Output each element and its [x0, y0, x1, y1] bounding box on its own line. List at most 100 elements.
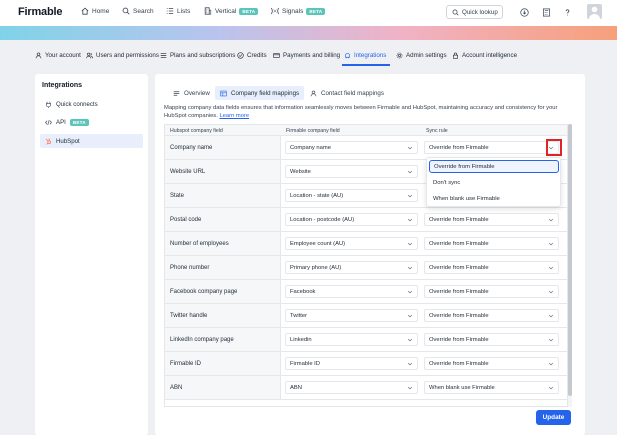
hubspot-field-cell: Postal code: [165, 208, 281, 231]
table-scrollbar[interactable]: [568, 124, 572, 407]
dropdown-option-dont-sync[interactable]: Don't sync: [429, 176, 559, 189]
table-row: LinkedIn company page Linkedin Override fr…: [165, 328, 567, 352]
tab-your-account[interactable]: Your account: [35, 52, 81, 59]
tab-label: Your account: [45, 52, 81, 59]
tab-plans-and-subscriptions[interactable]: Plans and subscriptions: [160, 52, 235, 59]
tab-integrations[interactable]: Integrations: [344, 52, 386, 59]
chevron-down-icon: [407, 386, 413, 390]
table-row: Phone number Primary phone (AU) Override f…: [165, 256, 567, 280]
tab-credits[interactable]: Credits: [237, 52, 267, 59]
sync-rule-select[interactable]: Override from Firmable: [424, 357, 559, 370]
scrollbar-thumb[interactable]: [568, 124, 572, 396]
sync-rule-select[interactable]: Override from Firmable: [424, 213, 559, 226]
tab-payments-and-billing[interactable]: Payments and billing: [273, 52, 340, 59]
firmable-field-select[interactable]: Location - postcode (AU): [285, 213, 418, 226]
subtab-label: Contact field mappings: [321, 89, 384, 97]
nav-lists-label: Lists: [177, 7, 191, 15]
sidebar-item-quick-connects[interactable]: Quick connects: [40, 97, 143, 111]
sync-rule-select[interactable]: Override from Firmable: [424, 309, 559, 322]
tab-label: Payments and billing: [283, 52, 341, 59]
update-button[interactable]: Update: [536, 410, 571, 425]
download-icon: [519, 7, 529, 17]
chevron-down-icon: [548, 362, 554, 366]
sync-rule-select[interactable]: Override from Firmable: [424, 141, 559, 154]
sidebar-item-label: API: [56, 118, 66, 126]
sidebar-item-api[interactable]: API BETA: [40, 115, 143, 129]
hubspot-field-label: Twitter handle: [170, 312, 208, 319]
nav-lists[interactable]: Lists: [166, 7, 190, 15]
hubspot-field-label: State: [170, 192, 185, 199]
sidebar-item-hubspot[interactable]: HubSpot: [40, 134, 143, 148]
sync-rule-value: Override from Firmable: [429, 240, 489, 247]
nav-vertical[interactable]: Vertical BETA: [204, 7, 259, 15]
chevron-down-icon: [407, 362, 413, 366]
nav-signals[interactable]: Signals BETA: [271, 7, 326, 15]
tab-label: Account intelligence: [462, 52, 518, 59]
sync-rule-value: Override from Firmable: [429, 144, 489, 151]
subtab-overview[interactable]: Overview: [168, 86, 215, 100]
user-icon: [35, 52, 42, 59]
hubspot-field-label: Postal code: [170, 216, 202, 223]
table-header: Hubspot company field Firmable company f…: [165, 125, 567, 136]
firmable-field-select[interactable]: ABN: [285, 381, 418, 394]
tab-label: Integrations: [354, 52, 387, 59]
beta-badge: BETA: [69, 118, 89, 126]
dropdown-option-when-blank[interactable]: When blank use Firmable: [429, 192, 559, 205]
learn-more-link[interactable]: Learn more: [219, 113, 249, 119]
tab-admin-settings[interactable]: Admin settings: [396, 52, 447, 59]
list-icon: [166, 8, 174, 14]
nav-search-label: Search: [133, 7, 154, 15]
active-tab-indicator: [342, 64, 390, 66]
help-button[interactable]: [561, 6, 573, 18]
hubspot-field-label: Company name: [170, 144, 213, 151]
top-navigation: Firmable Home Search Lists Vertical BETA…: [0, 0, 617, 26]
firmable-field-select[interactable]: Website: [285, 165, 418, 178]
firmable-logo[interactable]: Firmable: [18, 6, 62, 18]
calculator-button[interactable]: [540, 6, 552, 18]
hubspot-field-label: Website URL: [170, 168, 206, 175]
firmable-field-select[interactable]: Twitter: [285, 309, 418, 322]
integrations-sidebar: Integrations Quick connects API BETA Hub…: [35, 74, 148, 435]
beta-badge: BETA: [306, 7, 326, 15]
help-icon: [565, 8, 569, 15]
sync-rule-value: Override from Firmable: [429, 264, 489, 271]
firmable-field-select[interactable]: Facebook: [285, 285, 418, 298]
user-avatar-icon: [589, 6, 600, 19]
firmable-field-value: Twitter: [290, 312, 308, 319]
sync-rule-select[interactable]: Override from Firmable: [424, 333, 559, 346]
sync-rule-select[interactable]: Override from Firmable: [424, 237, 559, 250]
quick-lookup-button[interactable]: Quick lookup: [446, 5, 503, 19]
sync-rule-value: Override from Firmable: [429, 216, 489, 223]
hubspot-field-cell: Twitter handle: [165, 304, 281, 327]
sync-rule-select[interactable]: Override from Firmable: [424, 261, 559, 274]
main-panel: Overview Company field mappings Contact …: [155, 74, 585, 435]
firmable-field-select[interactable]: Location - state (AU): [285, 189, 418, 202]
nav-vertical-label: Vertical: [215, 7, 237, 15]
nav-search[interactable]: Search: [122, 7, 154, 15]
subtab-contact-field-mappings[interactable]: Contact field mappings: [305, 86, 389, 100]
sync-rule-select[interactable]: Override from Firmable: [424, 285, 559, 298]
plans-icon: [160, 53, 167, 58]
hubspot-field-label: ABN: [170, 384, 183, 391]
firmable-field-select[interactable]: Employee count (AU): [285, 237, 418, 250]
table-row: Number of employees Employee count (AU) Ov…: [165, 232, 567, 256]
tab-account-intelligence[interactable]: Account intelligence: [452, 52, 517, 59]
firmable-field-select[interactable]: Primary phone (AU): [285, 261, 418, 274]
chevron-down-icon: [548, 290, 554, 294]
subtab-company-field-mappings[interactable]: Company field mappings: [215, 86, 305, 100]
firmable-field-value: Primary phone (AU): [290, 264, 342, 271]
dropdown-option-override[interactable]: Override from Firmable: [429, 160, 559, 173]
tab-users-and-permissions[interactable]: Users and permissions: [86, 52, 159, 59]
firmable-field-select[interactable]: Linkedin: [285, 333, 418, 346]
firmable-field-select[interactable]: Company name: [285, 141, 418, 154]
nav-home[interactable]: Home: [81, 7, 109, 15]
sync-rule-value: Override from Firmable: [429, 336, 489, 343]
firmable-field-value: Website: [290, 168, 311, 175]
firmable-field-select[interactable]: Firmable ID: [285, 357, 418, 370]
sync-rule-select[interactable]: When blank use Firmable: [424, 381, 559, 394]
plug-icon: [46, 101, 51, 108]
user-icon: [310, 90, 317, 96]
nav-signals-label: Signals: [282, 7, 304, 15]
download-button[interactable]: [518, 6, 530, 18]
avatar[interactable]: [587, 4, 602, 19]
